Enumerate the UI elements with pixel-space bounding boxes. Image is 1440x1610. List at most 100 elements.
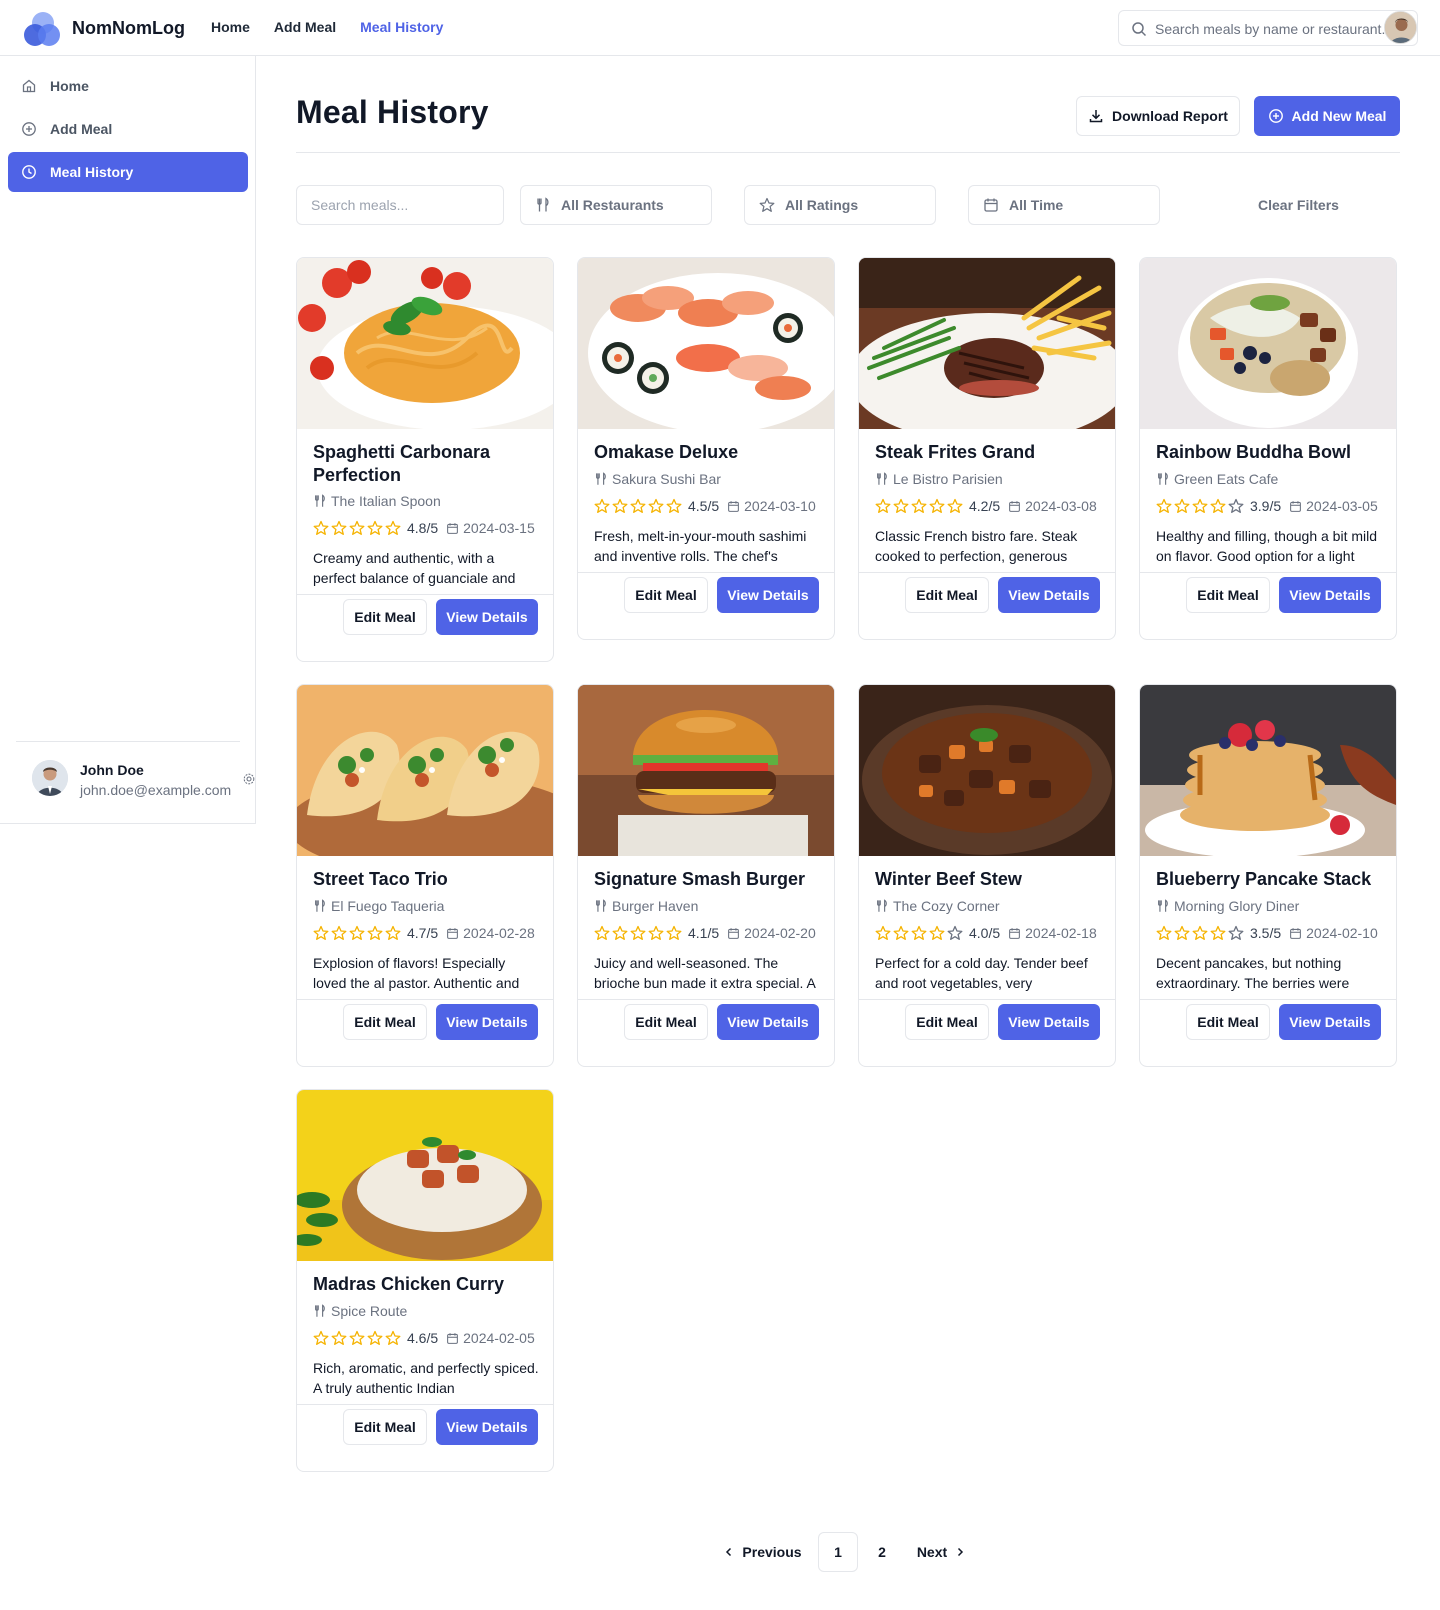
brand-name[interactable]: NomNomLog <box>72 18 185 39</box>
global-search-input[interactable] <box>1155 19 1385 39</box>
time-filter[interactable]: All Time <box>968 185 1160 225</box>
logo-icon[interactable] <box>24 10 64 46</box>
meal-search-field[interactable] <box>296 185 504 225</box>
sidebar-item-meal-history[interactable]: Meal History <box>8 152 248 192</box>
add-new-meal-button[interactable]: Add New Meal <box>1254 96 1400 136</box>
meal-date: 2024-03-05 <box>1289 498 1378 514</box>
meal-date-text: 2024-02-20 <box>744 925 816 941</box>
meal-date-text: 2024-02-05 <box>463 1330 535 1346</box>
user-avatar-top[interactable] <box>1384 11 1417 44</box>
view-details-button[interactable]: View Details <box>998 577 1100 613</box>
meal-photo <box>297 685 553 856</box>
meal-search-input[interactable] <box>311 197 481 213</box>
meal-rating: 4.0/5 <box>969 925 1001 941</box>
chevron-left-icon <box>726 1547 732 1557</box>
rating-star-icon <box>349 925 365 941</box>
meal-title[interactable]: Omakase Deluxe <box>594 441 820 464</box>
view-details-button[interactable]: View Details <box>436 1409 538 1445</box>
meal-date: 2024-02-05 <box>446 1330 535 1346</box>
edit-meal-button[interactable]: Edit Meal <box>624 577 708 613</box>
meal-title[interactable]: Madras Chicken Curry <box>313 1273 539 1296</box>
meal-card[interactable]: Signature Smash Burger Burger Haven 4.1/5 2… <box>577 684 835 1067</box>
meal-description: Classic French bistro fare. Steak cooked… <box>875 528 1078 564</box>
meal-restaurant-name: Spice Route <box>331 1303 408 1319</box>
rating-star-icon <box>1174 925 1190 941</box>
view-details-button[interactable]: View Details <box>1279 1004 1381 1040</box>
meal-photo <box>297 1090 553 1261</box>
download-report-button[interactable]: Download Report <box>1076 96 1240 136</box>
clock-icon <box>22 165 36 179</box>
meal-title[interactable]: Signature Smash Burger <box>594 868 820 891</box>
meal-date-text: 2024-03-15 <box>463 520 535 536</box>
meal-card[interactable]: Madras Chicken Curry Spice Route 4.6/5 2024… <box>296 1089 554 1472</box>
meal-title[interactable]: Rainbow Buddha Bowl <box>1156 441 1382 464</box>
meal-card[interactable]: Blueberry Pancake Stack Morning Glory Din… <box>1139 684 1397 1067</box>
meal-restaurant: The Italian Spoon <box>313 493 441 509</box>
utensils-icon <box>315 899 325 912</box>
view-details-button[interactable]: View Details <box>1279 577 1381 613</box>
rating-filter[interactable]: All Ratings <box>744 185 936 225</box>
rating-star-icon <box>367 520 383 536</box>
meal-card[interactable]: Winter Beef Stew The Cozy Corner 4.0/5 2024… <box>858 684 1116 1067</box>
rating-star-icon <box>1210 925 1226 941</box>
meal-card[interactable]: Steak Frites Grand Le Bistro Parisien 4.2/… <box>858 257 1116 640</box>
edit-meal-button[interactable]: Edit Meal <box>624 1004 708 1040</box>
rating-star-icon <box>648 925 664 941</box>
rating-star-icon <box>331 520 347 536</box>
rating-star-icon <box>313 925 329 941</box>
utensils-icon <box>1158 472 1168 485</box>
meal-card[interactable]: Street Taco Trio El Fuego Taqueria 4.7/5 20… <box>296 684 554 1067</box>
edit-meal-button[interactable]: Edit Meal <box>343 1004 427 1040</box>
meal-title[interactable]: Steak Frites Grand <box>875 441 1101 464</box>
edit-meal-button[interactable]: Edit Meal <box>343 1409 427 1445</box>
meal-description: Rich, aromatic, and perfectly spiced. A … <box>313 1360 539 1396</box>
meal-card[interactable]: Spaghetti Carbonara Perfection The Italia… <box>296 257 554 662</box>
meal-date: 2024-03-08 <box>1008 498 1097 514</box>
meal-title[interactable]: Winter Beef Stew <box>875 868 1101 891</box>
pagination-next[interactable]: Next <box>910 1532 972 1572</box>
rating-star-icon <box>1192 498 1208 514</box>
view-details-button[interactable]: View Details <box>717 577 819 613</box>
search-icon <box>1132 22 1147 37</box>
utensils-icon <box>537 197 549 212</box>
meal-date-text: 2024-03-08 <box>1025 498 1097 514</box>
meal-title[interactable]: Street Taco Trio <box>313 868 539 891</box>
view-details-button[interactable]: View Details <box>436 1004 538 1040</box>
meal-card[interactable]: Rainbow Buddha Bowl Green Eats Cafe 3.9/5 2… <box>1139 257 1397 640</box>
view-details-button[interactable]: View Details <box>998 1004 1100 1040</box>
top-nav-add-meal[interactable]: Add Meal <box>274 19 336 35</box>
edit-meal-button[interactable]: Edit Meal <box>1186 1004 1270 1040</box>
plus-circle-icon <box>22 122 36 136</box>
meal-title[interactable]: Spaghetti Carbonara Perfection <box>313 441 539 487</box>
edit-meal-button[interactable]: Edit Meal <box>343 599 427 635</box>
rating-star-icon <box>911 498 927 514</box>
meal-title[interactable]: Blueberry Pancake Stack <box>1156 868 1382 891</box>
sidebar-item-add-meal[interactable]: Add Meal <box>8 109 248 149</box>
restaurant-filter[interactable]: All Restaurants <box>520 185 712 225</box>
meal-date: 2024-03-10 <box>727 498 816 514</box>
edit-meal-button[interactable]: Edit Meal <box>1186 577 1270 613</box>
pagination-page-2[interactable]: 2 <box>862 1532 902 1572</box>
sidebar-item-label: Home <box>50 78 89 94</box>
rating-star-icon <box>331 925 347 941</box>
user-avatar[interactable] <box>32 760 68 796</box>
top-nav-meal-history[interactable]: Meal History <box>360 19 443 35</box>
card-divider <box>297 594 553 595</box>
gear-icon[interactable] <box>242 772 256 786</box>
view-details-button[interactable]: View Details <box>436 599 538 635</box>
pagination-previous[interactable]: Previous <box>720 1532 806 1572</box>
top-nav-home[interactable]: Home <box>211 19 250 35</box>
meal-date-text: 2024-02-10 <box>1306 925 1378 941</box>
pagination-page-1[interactable]: 1 <box>818 1532 858 1572</box>
global-search[interactable] <box>1118 10 1418 46</box>
edit-meal-button[interactable]: Edit Meal <box>905 577 989 613</box>
star-icon <box>759 197 775 212</box>
clear-filters-button[interactable]: Clear Filters <box>1258 197 1339 213</box>
rating-star-icon <box>367 925 383 941</box>
meal-card[interactable]: Omakase Deluxe Sakura Sushi Bar 4.5/5 2024-… <box>577 257 835 640</box>
rating-star-icon <box>594 925 610 941</box>
edit-meal-button[interactable]: Edit Meal <box>905 1004 989 1040</box>
rating-star-icon <box>612 498 628 514</box>
view-details-button[interactable]: View Details <box>717 1004 819 1040</box>
sidebar-item-home[interactable]: Home <box>8 66 248 106</box>
